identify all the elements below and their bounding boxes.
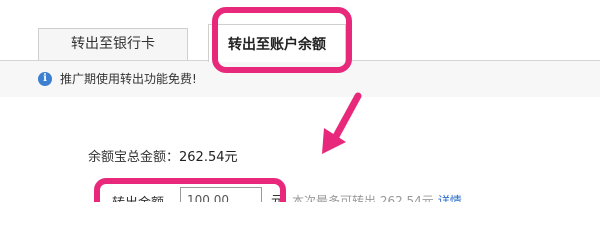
- amount-field-highlight-annotation: [94, 178, 286, 202]
- annotation-arrow-icon: [322, 92, 362, 154]
- balance-total-value: 262.54元: [179, 150, 238, 165]
- balance-total-label: 余额宝总金额：: [88, 150, 180, 165]
- active-tab-highlight-annotation: [212, 7, 352, 73]
- tab-transfer-to-bank-card[interactable]: 转出至银行卡: [38, 28, 188, 60]
- transfer-page: 转出至银行卡 转出至账户余额 i 推广期使用转出功能免费! 余额宝总金额：262…: [0, 0, 600, 202]
- transfer-limit-text: 本次最多可转出 262.54元: [292, 194, 434, 202]
- info-icon: i: [38, 72, 52, 86]
- balance-total: 余额宝总金额：262.54元: [88, 146, 238, 165]
- tab-transfer-to-bank-card-label: 转出至银行卡: [71, 36, 155, 52]
- promo-notice-text: 推广期使用转出功能免费!: [60, 72, 197, 86]
- transfer-limit-hint: 本次最多可转出 262.54元 详情: [292, 192, 462, 202]
- detail-link[interactable]: 详情: [438, 194, 462, 202]
